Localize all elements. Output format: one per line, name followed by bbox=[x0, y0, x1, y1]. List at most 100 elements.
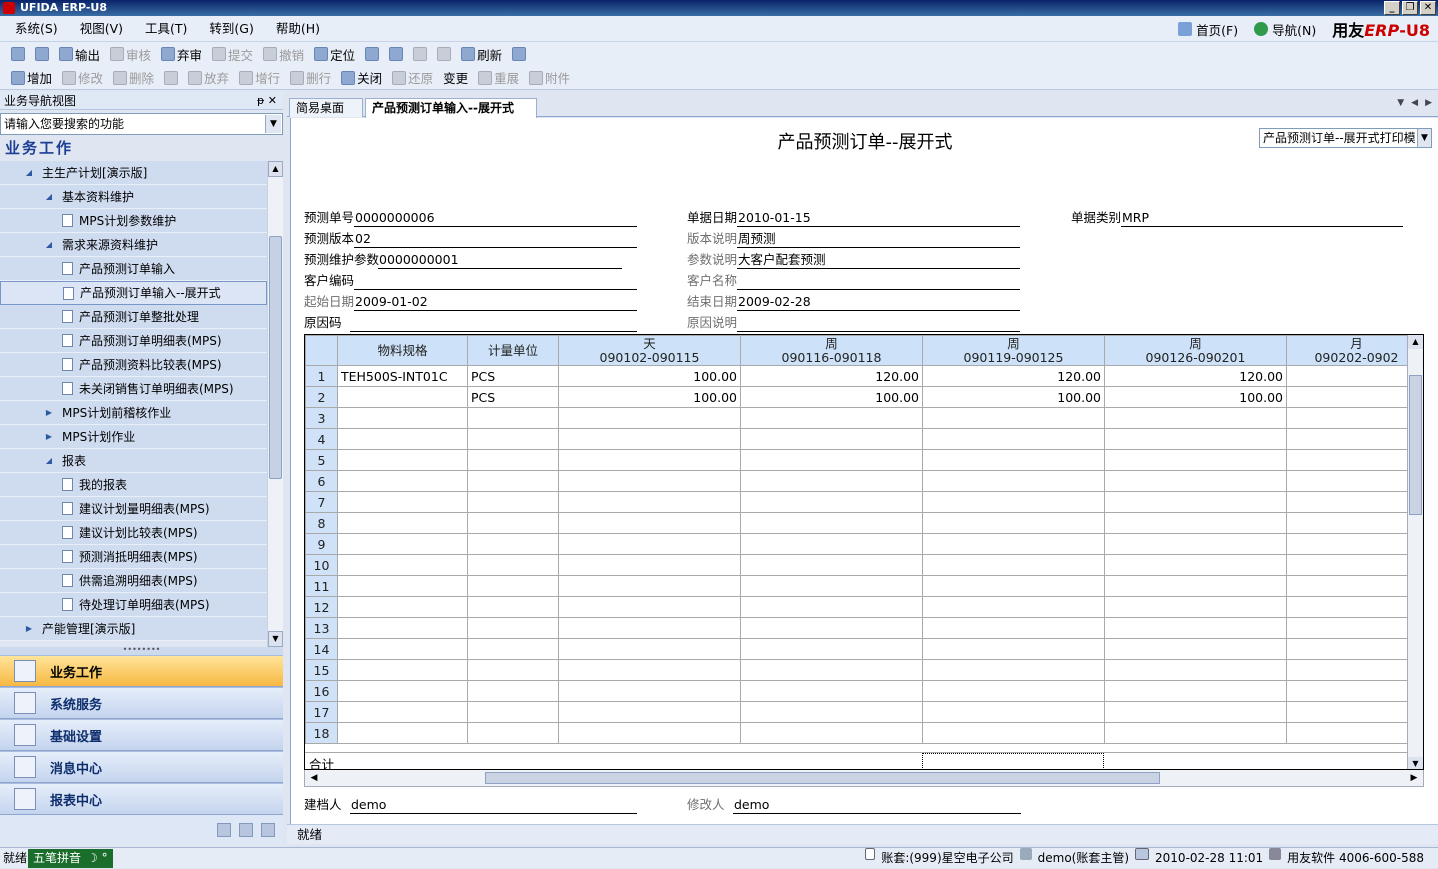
chevron-down-icon[interactable]: ▼ bbox=[265, 115, 281, 133]
grid-cell[interactable] bbox=[1286, 533, 1423, 555]
tb1-button-13[interactable] bbox=[507, 43, 531, 65]
scroll-up-icon[interactable]: ▲ bbox=[1408, 335, 1423, 349]
grid-cell[interactable] bbox=[922, 680, 1105, 702]
grid-cell[interactable] bbox=[922, 533, 1105, 555]
tb1-button-10[interactable] bbox=[408, 43, 432, 65]
grid-cell[interactable] bbox=[1104, 491, 1287, 513]
grid-cell[interactable] bbox=[1286, 680, 1423, 702]
nav-button-1[interactable]: 系统服务 bbox=[0, 687, 283, 719]
grid-icon[interactable] bbox=[239, 823, 253, 837]
grid-cell[interactable] bbox=[740, 449, 923, 471]
tb1-button-5[interactable]: 提交 bbox=[207, 43, 258, 65]
grid-cell[interactable] bbox=[337, 449, 468, 471]
grid-cell[interactable] bbox=[337, 638, 468, 660]
grid-cell[interactable] bbox=[1104, 470, 1287, 492]
grid-cell[interactable] bbox=[922, 701, 1105, 723]
scroll-right-icon[interactable]: ▶ bbox=[1407, 771, 1421, 785]
tb2-button-4[interactable]: 放弃 bbox=[183, 67, 234, 89]
grid-cell[interactable] bbox=[558, 407, 741, 429]
grid-cell[interactable] bbox=[1286, 659, 1423, 681]
nav-button-2[interactable]: 基础设置 bbox=[0, 719, 283, 751]
grid-cell[interactable] bbox=[467, 638, 559, 660]
tb2-button-7[interactable]: 关闭 bbox=[336, 67, 387, 89]
grid-cell[interactable] bbox=[740, 491, 923, 513]
grid-cell[interactable] bbox=[1104, 680, 1287, 702]
selected-cell[interactable] bbox=[922, 753, 1104, 769]
grid-column-header[interactable]: 月 090202-0902 bbox=[1286, 335, 1423, 366]
grid-cell[interactable] bbox=[740, 575, 923, 597]
expand-arrow-icon[interactable]: ▶ bbox=[44, 425, 54, 449]
ime-indicator[interactable]: 五笔拼音 ☽ ° bbox=[28, 849, 113, 868]
grid-cell[interactable] bbox=[337, 407, 468, 429]
grid-cell[interactable] bbox=[337, 512, 468, 534]
grid-cell[interactable] bbox=[1286, 617, 1423, 639]
grid-cell[interactable] bbox=[740, 659, 923, 681]
nav-button-3[interactable]: 消息中心 bbox=[0, 751, 283, 783]
nav-tree-item[interactable]: 建议计划比较表(MPS) bbox=[0, 521, 267, 545]
tb2-button-10[interactable]: 重展 bbox=[473, 67, 524, 89]
grid-cell[interactable] bbox=[558, 701, 741, 723]
grid-cell[interactable] bbox=[467, 512, 559, 534]
grid-cell[interactable] bbox=[1286, 638, 1423, 660]
grid-cell[interactable] bbox=[1104, 554, 1287, 576]
grid-cell[interactable] bbox=[558, 512, 741, 534]
tb1-button-7[interactable]: 定位 bbox=[309, 43, 360, 65]
grid-cell[interactable]: 120.00 bbox=[740, 365, 923, 387]
nav-search-input[interactable]: 请输入您要搜索的功能 ▼ bbox=[0, 113, 283, 135]
grid-hscroll[interactable]: ◀ ▶ bbox=[304, 770, 1424, 787]
grid-cell[interactable] bbox=[1104, 428, 1287, 450]
field-value-input[interactable] bbox=[737, 272, 1020, 290]
grid-cell[interactable] bbox=[740, 512, 923, 534]
nav-tree-item[interactable]: ▶ 产能管理[演示版] bbox=[0, 617, 267, 641]
field-value-input[interactable]: 2009-01-02 bbox=[354, 293, 637, 311]
grid-cell[interactable] bbox=[467, 701, 559, 723]
nav-tree-item[interactable]: 建议计划量明细表(MPS) bbox=[0, 497, 267, 521]
nav-button-0[interactable]: 业务工作 bbox=[0, 655, 283, 687]
grid-cell[interactable] bbox=[337, 554, 468, 576]
grid-cell[interactable] bbox=[558, 491, 741, 513]
grid-cell[interactable] bbox=[1286, 491, 1423, 513]
grid-cell[interactable] bbox=[1104, 512, 1287, 534]
grid-cell[interactable] bbox=[337, 533, 468, 555]
grid-cell[interactable] bbox=[1104, 638, 1287, 660]
tb1-button-4[interactable]: 弃审 bbox=[156, 43, 207, 65]
grid-cell[interactable] bbox=[337, 680, 468, 702]
grid-cell[interactable] bbox=[337, 617, 468, 639]
grid-cell[interactable] bbox=[922, 617, 1105, 639]
grid-column-header[interactable]: 周 090116-090118 bbox=[740, 335, 923, 366]
grid-cell[interactable] bbox=[467, 659, 559, 681]
field-value-input[interactable]: 2010-01-15 bbox=[737, 209, 1020, 227]
nav-tree-item[interactable]: 产品预测订单明细表(MPS) bbox=[0, 329, 267, 353]
field-value-input[interactable]: 0000000006 bbox=[354, 209, 637, 227]
scroll-down-icon[interactable]: ▼ bbox=[268, 631, 283, 647]
grid-cell[interactable] bbox=[1104, 596, 1287, 618]
grid-cell[interactable] bbox=[558, 470, 741, 492]
grid-cell[interactable] bbox=[1104, 449, 1287, 471]
pin-close-icon[interactable]: ᵽ ✕ bbox=[257, 92, 277, 110]
grid-column-header[interactable]: 天 090102-090115 bbox=[558, 335, 741, 366]
tb2-button-9[interactable]: 变更 bbox=[438, 67, 473, 89]
grid-cell[interactable] bbox=[922, 638, 1105, 660]
grid-cell[interactable] bbox=[467, 428, 559, 450]
grid-cell[interactable] bbox=[558, 449, 741, 471]
field-value-input[interactable]: 0000000001 bbox=[378, 251, 622, 269]
grid-cell[interactable] bbox=[1286, 449, 1423, 471]
home-link[interactable]: 首页(F) bbox=[1178, 20, 1238, 39]
grid-cell[interactable] bbox=[922, 512, 1105, 534]
grid-cell[interactable]: 120.00 bbox=[922, 365, 1105, 387]
grid-cell[interactable] bbox=[558, 428, 741, 450]
grid-cell[interactable]: 100.00 bbox=[740, 386, 923, 408]
nav-tree-item[interactable]: 供需追溯明细表(MPS) bbox=[0, 569, 267, 593]
grid-cell[interactable] bbox=[467, 407, 559, 429]
grid-cell[interactable] bbox=[467, 596, 559, 618]
grid-cell[interactable] bbox=[1104, 407, 1287, 429]
scroll-up-icon[interactable]: ▲ bbox=[268, 161, 283, 177]
nav-tree-item[interactable]: 预测消抵明细表(MPS) bbox=[0, 545, 267, 569]
scroll-thumb[interactable] bbox=[485, 772, 1160, 784]
collapse-arrow-icon[interactable]: ◢ bbox=[44, 449, 54, 473]
scroll-left-icon[interactable]: ◀ bbox=[307, 771, 321, 785]
nav-scrollbar[interactable]: ▲ ▼ bbox=[267, 161, 283, 647]
nav-tree-item[interactable]: 产品预测订单输入 bbox=[0, 257, 267, 281]
restore-button[interactable]: ❐ bbox=[1402, 1, 1418, 15]
grid-cell[interactable] bbox=[558, 596, 741, 618]
